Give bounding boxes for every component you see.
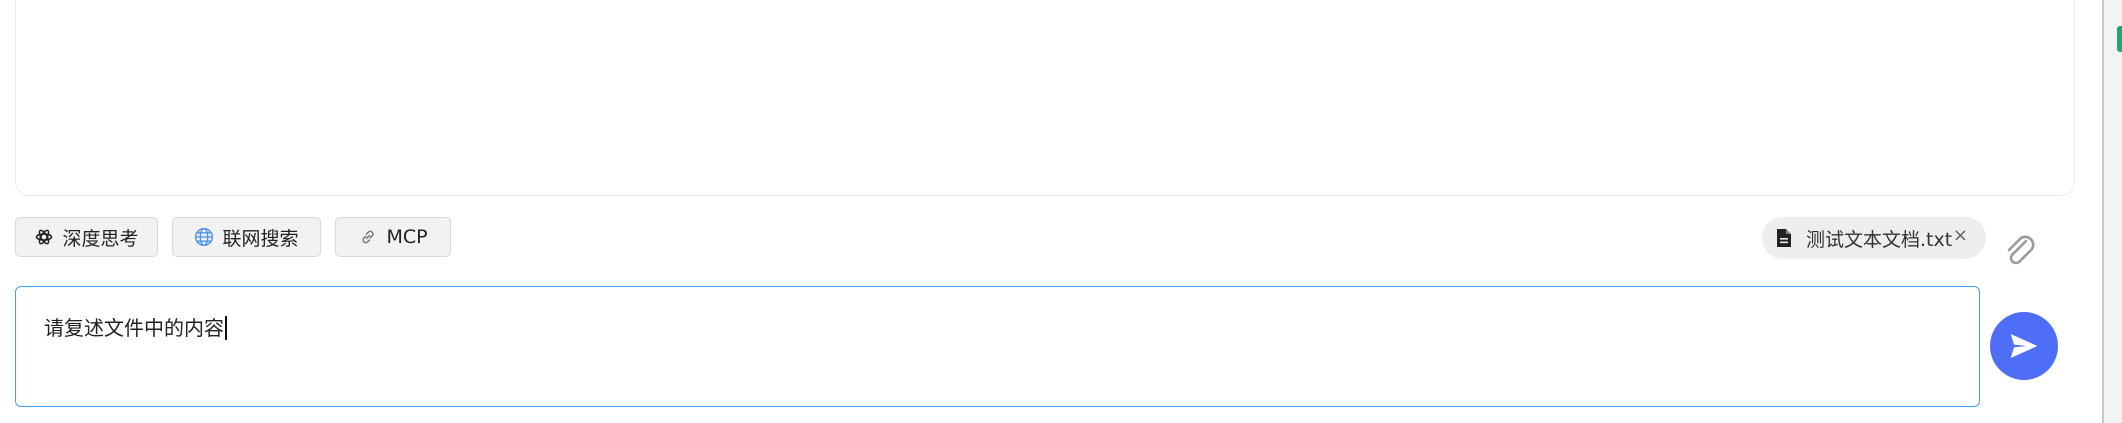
remove-attachment-button[interactable]: × — [1953, 225, 1968, 246]
globe-icon — [194, 227, 214, 247]
text-caret — [225, 316, 227, 340]
web-search-button[interactable]: 联网搜索 — [172, 217, 321, 257]
chat-app: 深度思考 联网搜索 MCP 测试文本文档.txt × 请复述文件中的内容 — [0, 0, 2122, 423]
side-strip — [2104, 0, 2122, 423]
mcp-button[interactable]: MCP — [335, 217, 451, 257]
document-icon — [1776, 228, 1794, 248]
send-button[interactable] — [1990, 312, 2058, 380]
chat-history-panel — [15, 0, 2075, 196]
send-icon — [2008, 330, 2040, 362]
message-input-value: 请复述文件中的内容 — [44, 316, 224, 340]
link-icon — [358, 227, 378, 247]
side-indicator — [2117, 26, 2122, 52]
web-search-label: 联网搜索 — [222, 227, 299, 250]
atom-icon — [34, 227, 54, 247]
message-input[interactable]: 请复述文件中的内容 — [15, 286, 1980, 407]
paperclip-icon[interactable] — [2000, 232, 2040, 272]
attached-file-chip[interactable]: 测试文本文档.txt × — [1762, 217, 1986, 259]
deep-think-button[interactable]: 深度思考 — [15, 217, 158, 257]
deep-think-label: 深度思考 — [62, 227, 139, 250]
mcp-label: MCP — [386, 226, 428, 248]
message-input-text-wrap: 请复述文件中的内容 — [44, 315, 227, 341]
attached-file-name: 测试文本文档.txt — [1806, 228, 1953, 251]
